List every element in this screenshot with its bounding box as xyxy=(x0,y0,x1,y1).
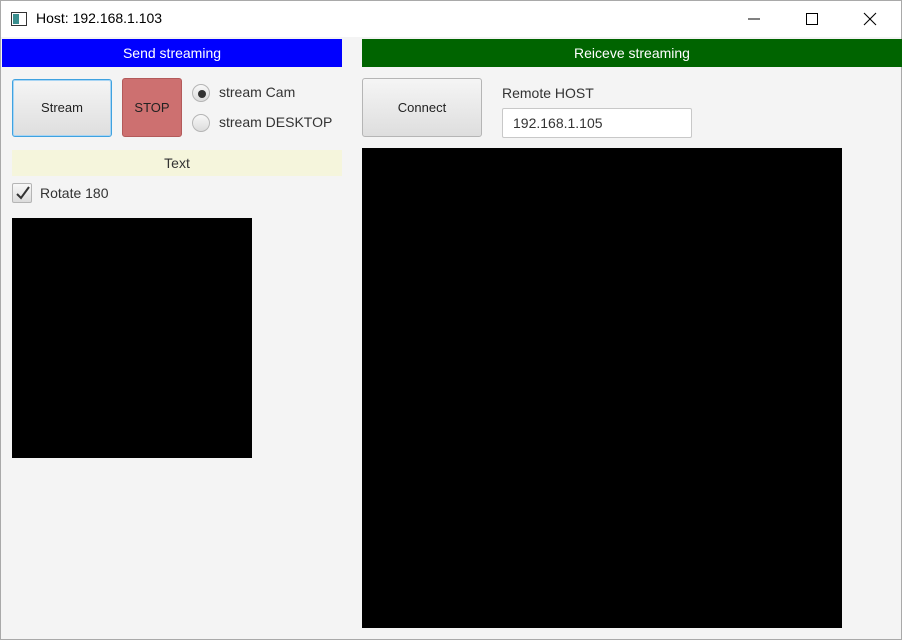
remote-video-view xyxy=(362,148,842,628)
app-window-icon xyxy=(11,12,27,26)
stream-desktop-label: stream DESKTOP xyxy=(219,114,333,130)
checkbox-box xyxy=(12,183,32,203)
minimize-button[interactable] xyxy=(731,1,777,37)
send-streaming-header: Send streaming xyxy=(2,39,342,67)
window-title: Host: 192.168.1.103 xyxy=(36,10,163,26)
minimize-icon xyxy=(748,18,760,20)
stream-button[interactable]: Stream xyxy=(12,79,112,137)
maximize-icon xyxy=(806,13,818,25)
remote-host-input[interactable] xyxy=(502,108,692,138)
stream-cam-label: stream Cam xyxy=(219,84,296,100)
rotate-180-label: Rotate 180 xyxy=(40,185,109,201)
app-window: Host: 192.168.1.103 Send streaming Strea… xyxy=(0,0,902,640)
radio-circle xyxy=(192,114,210,132)
text-label: Text xyxy=(12,150,342,176)
close-icon xyxy=(863,12,877,26)
local-video-preview xyxy=(12,218,252,458)
radio-selected-dot xyxy=(198,90,206,98)
receive-streaming-header: Reiceve streaming xyxy=(362,39,902,67)
checkmark-icon xyxy=(16,186,30,200)
stop-button[interactable]: STOP xyxy=(122,78,182,137)
close-button[interactable] xyxy=(847,1,893,37)
radio-circle xyxy=(192,84,210,102)
title-bar[interactable]: Host: 192.168.1.103 xyxy=(1,1,901,37)
remote-host-label: Remote HOST xyxy=(502,85,594,101)
connect-button[interactable]: Connect xyxy=(362,78,482,137)
maximize-button[interactable] xyxy=(789,1,835,37)
